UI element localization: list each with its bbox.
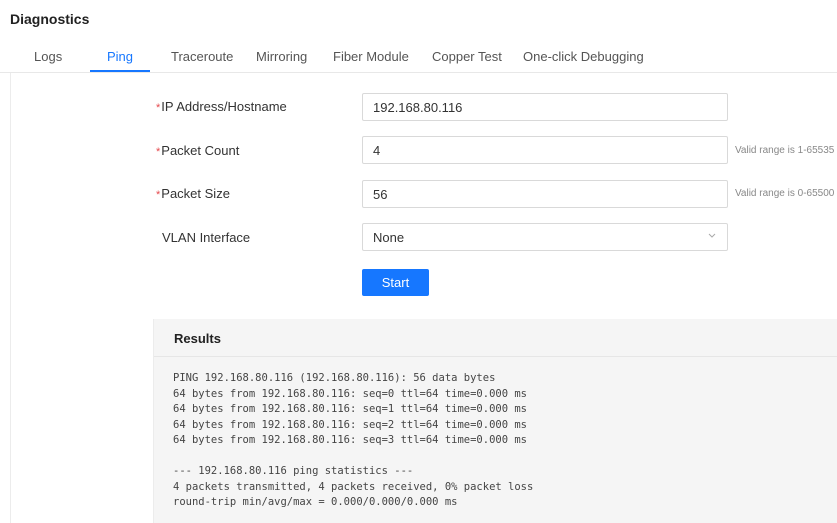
packet-count-hint: Valid range is 1-65535: [735, 145, 835, 156]
tab-bar: Logs Ping Traceroute Mirroring Fiber Mod…: [0, 40, 837, 73]
content-divider: [10, 73, 11, 523]
packet-count-label: *Packet Count: [156, 143, 240, 158]
page-title: Diagnostics: [10, 11, 90, 27]
ip-address-label: *IP Address/Hostname: [156, 99, 287, 114]
tab-logs[interactable]: Logs: [34, 49, 62, 64]
vlan-interface-label: VLAN Interface: [162, 230, 251, 245]
ip-address-input[interactable]: [362, 93, 728, 121]
tab-traceroute[interactable]: Traceroute: [171, 49, 233, 64]
tab-one-click-debugging[interactable]: One-click Debugging: [523, 49, 644, 64]
packet-size-label: *Packet Size: [156, 186, 230, 201]
tab-mirroring[interactable]: Mirroring: [256, 49, 307, 64]
active-tab-indicator: [90, 70, 150, 72]
tab-copper-test[interactable]: Copper Test: [432, 49, 502, 64]
results-title: Results: [174, 331, 221, 346]
results-panel: Results PING 192.168.80.116 (192.168.80.…: [153, 319, 837, 523]
tab-fiber-module[interactable]: Fiber Module: [333, 49, 409, 64]
results-divider: [154, 356, 837, 357]
required-marker: *: [156, 189, 161, 201]
packet-size-input[interactable]: [362, 180, 728, 208]
vlan-interface-value: None: [373, 230, 405, 245]
chevron-down-icon: [708, 233, 716, 238]
required-marker: *: [156, 146, 161, 158]
ping-output: PING 192.168.80.116 (192.168.80.116): 56…: [173, 372, 534, 508]
vlan-interface-select[interactable]: None: [362, 223, 728, 251]
tab-ping[interactable]: Ping: [107, 49, 133, 64]
start-button[interactable]: Start: [362, 269, 429, 296]
packet-count-input[interactable]: [362, 136, 728, 164]
packet-size-hint: Valid range is 0-65500: [735, 188, 835, 199]
required-marker: *: [156, 102, 161, 114]
